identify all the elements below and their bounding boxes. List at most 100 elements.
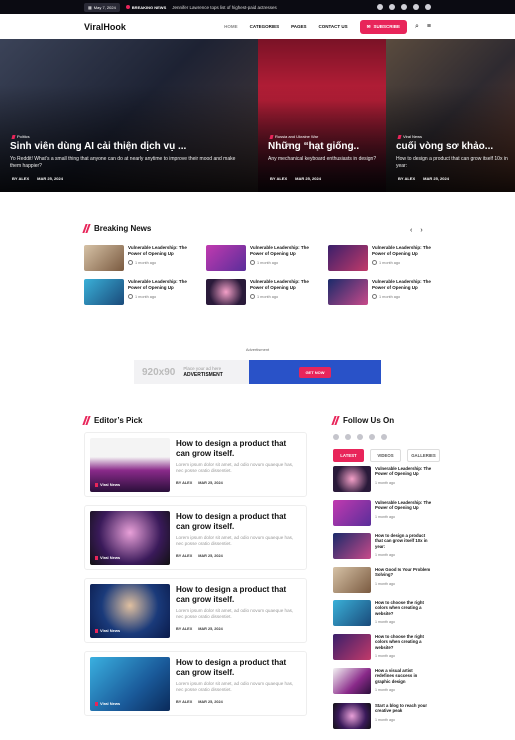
thumb-image: [333, 567, 371, 593]
card-image[interactable]: Viral News: [90, 438, 170, 492]
youtube-icon[interactable]: [369, 434, 375, 440]
hero-author[interactable]: BY ALEX: [270, 176, 287, 181]
side-title[interactable]: Vulnerable Leadership: The Power of Open…: [375, 500, 433, 511]
card-meta: BY ALEX MAR 25, 2024: [176, 481, 223, 485]
card-author[interactable]: BY ALEX: [176, 554, 192, 558]
card-title[interactable]: How to design a product that can grow it…: [176, 512, 301, 532]
google-icon[interactable]: [381, 434, 387, 440]
hero-slide-1[interactable]: Politics Sinh viên dùng AI cải thiện dịc…: [0, 39, 258, 192]
side-item[interactable]: How to design a product that can grow it…: [333, 533, 433, 559]
side-item[interactable]: Vulnerable Leadership: The Power of Open…: [333, 500, 433, 526]
hero-author[interactable]: BY ALEX: [12, 176, 29, 181]
youtube-icon[interactable]: [413, 4, 419, 10]
menu-contact[interactable]: CONTACT US: [319, 24, 348, 29]
side-title[interactable]: How Good Is Your Problem Solving?: [375, 567, 433, 578]
side-item[interactable]: How a visual artist redefines success in…: [333, 668, 433, 694]
twitter-icon[interactable]: [345, 434, 351, 440]
card-author[interactable]: BY ALEX: [176, 481, 192, 485]
menu-categories[interactable]: CATEGORIES: [250, 24, 279, 29]
side-title[interactable]: How to choose the right colors when crea…: [375, 600, 433, 616]
card-category[interactable]: Viral News: [95, 628, 120, 633]
menu-home[interactable]: HOME: [224, 24, 238, 29]
card-image[interactable]: Viral News: [90, 657, 170, 711]
card-category[interactable]: Viral News: [95, 701, 120, 706]
editor-card[interactable]: Viral News How to design a product that …: [84, 651, 307, 716]
item-title[interactable]: Vulnerable Leadership: The Power of Open…: [250, 245, 316, 256]
editor-card[interactable]: Viral News How to design a product that …: [84, 505, 307, 570]
hero-category[interactable]: Russia and Ukraine War: [270, 134, 318, 139]
tab-galleries[interactable]: GALLERIES: [407, 449, 440, 462]
menu-icon[interactable]: ≡: [427, 23, 431, 31]
slider-arrows: ‹ ›: [410, 227, 423, 234]
site-logo[interactable]: ViralHook: [84, 22, 126, 32]
hero-slide-3[interactable]: Viral News cuối vòng sơ khảo... How to d…: [386, 39, 515, 192]
instagram-icon[interactable]: [401, 4, 407, 10]
breaking-item[interactable]: Vulnerable Leadership: The Power of Open…: [84, 245, 194, 271]
side-time: 1 month ago: [375, 552, 395, 557]
facebook-icon[interactable]: [389, 4, 395, 10]
card-title[interactable]: How to design a product that can grow it…: [176, 658, 301, 678]
card-title[interactable]: How to design a product that can grow it…: [176, 585, 301, 605]
ad-placeholder[interactable]: 920x90 Place your ad here ADVERTISMENT: [134, 360, 249, 384]
menu-pages[interactable]: PAGES: [291, 24, 306, 29]
side-title[interactable]: How to design a product that can grow it…: [375, 533, 433, 549]
hero-title[interactable]: Sinh viên dùng AI cải thiện dịch vụ ...: [10, 141, 186, 152]
side-item[interactable]: How to choose the right colors when crea…: [333, 634, 433, 660]
card-image[interactable]: Viral News: [90, 584, 170, 638]
subscribe-button[interactable]: ✉ SUBSCRIBE: [359, 19, 407, 34]
card-image[interactable]: Viral News: [90, 511, 170, 565]
ticker-text[interactable]: Jennifer Lawrence tops list of highest-p…: [172, 5, 277, 10]
card-category[interactable]: Viral News: [95, 482, 120, 487]
side-time: 1 month ago: [375, 480, 395, 485]
card-author[interactable]: BY ALEX: [176, 700, 192, 704]
card-author[interactable]: BY ALEX: [176, 627, 192, 631]
item-title[interactable]: Vulnerable Leadership: The Power of Open…: [372, 245, 438, 256]
next-arrow-icon[interactable]: ›: [420, 227, 422, 234]
editor-card[interactable]: Viral News How to design a product that …: [84, 578, 307, 643]
twitter-icon[interactable]: [425, 4, 431, 10]
side-title[interactable]: How to choose the right colors when crea…: [375, 634, 433, 650]
item-title[interactable]: Vulnerable Leadership: The Power of Open…: [250, 279, 316, 290]
hero-meta: BY ALEX MAR 25, 2024: [12, 176, 63, 181]
breaking-item[interactable]: Vulnerable Leadership: The Power of Open…: [206, 279, 316, 305]
menu: HOME CATEGORIES PAGES CONTACT US: [224, 24, 348, 29]
tab-videos[interactable]: VIDEOS: [370, 449, 401, 462]
breaking-item[interactable]: Vulnerable Leadership: The Power of Open…: [328, 279, 438, 305]
side-item[interactable]: How Good Is Your Problem Solving? 1 month…: [333, 567, 433, 593]
item-title[interactable]: Vulnerable Leadership: The Power of Open…: [128, 279, 194, 290]
theme-toggle-icon[interactable]: [377, 4, 383, 10]
hero-category[interactable]: Politics: [12, 134, 30, 139]
item-title[interactable]: Vulnerable Leadership: The Power of Open…: [372, 279, 438, 290]
linkedin-icon[interactable]: [357, 434, 363, 440]
card-title[interactable]: How to design a product that can grow it…: [176, 439, 301, 459]
side-item[interactable]: Vulnerable Leadership: The Power of Open…: [333, 466, 433, 492]
card-category[interactable]: Viral News: [95, 555, 120, 560]
breaking-item[interactable]: Vulnerable Leadership: The Power of Open…: [328, 245, 438, 271]
ad-banner[interactable]: GET NOW: [249, 360, 381, 384]
side-item[interactable]: How to choose the right colors when crea…: [333, 600, 433, 626]
hero-meta: BY ALEX MAR 25, 2024: [398, 176, 449, 181]
hero-category[interactable]: Viral News: [398, 134, 422, 139]
hero-title[interactable]: cuối vòng sơ khảo...: [396, 141, 493, 152]
item-title[interactable]: Vulnerable Leadership: The Power of Open…: [128, 245, 194, 256]
thumb-image: [333, 668, 371, 694]
side-item[interactable]: Start a blog to reach your creative peak…: [333, 703, 433, 729]
thumb-image: [333, 600, 371, 626]
hero-date: MAR 25, 2024: [423, 176, 449, 181]
prev-arrow-icon[interactable]: ‹: [410, 227, 412, 234]
tab-latest[interactable]: LATEST: [333, 449, 364, 462]
editor-card[interactable]: Viral News How to design a product that …: [84, 432, 307, 497]
card-excerpt: Lorem ipsum dolor sit amet, ad odio novu…: [176, 608, 294, 619]
facebook-icon[interactable]: [333, 434, 339, 440]
hero-title[interactable]: Những “hạt giống..: [268, 141, 359, 152]
search-icon[interactable]: ⌕: [415, 23, 419, 31]
side-title[interactable]: Vulnerable Leadership: The Power of Open…: [375, 466, 433, 477]
breaking-item[interactable]: Vulnerable Leadership: The Power of Open…: [206, 245, 316, 271]
ad-text: Place your ad here ADVERTISMENT: [183, 366, 222, 378]
side-title[interactable]: Start a blog to reach your creative peak: [375, 703, 433, 714]
hero-slide-2[interactable]: Russia and Ukraine War Những “hạt giống.…: [258, 39, 386, 192]
side-title[interactable]: How a visual artist redefines success in…: [375, 668, 433, 684]
hero-author[interactable]: BY ALEX: [398, 176, 415, 181]
breaking-item[interactable]: Vulnerable Leadership: The Power of Open…: [84, 279, 194, 305]
ad-cta-button[interactable]: GET NOW: [299, 366, 331, 378]
